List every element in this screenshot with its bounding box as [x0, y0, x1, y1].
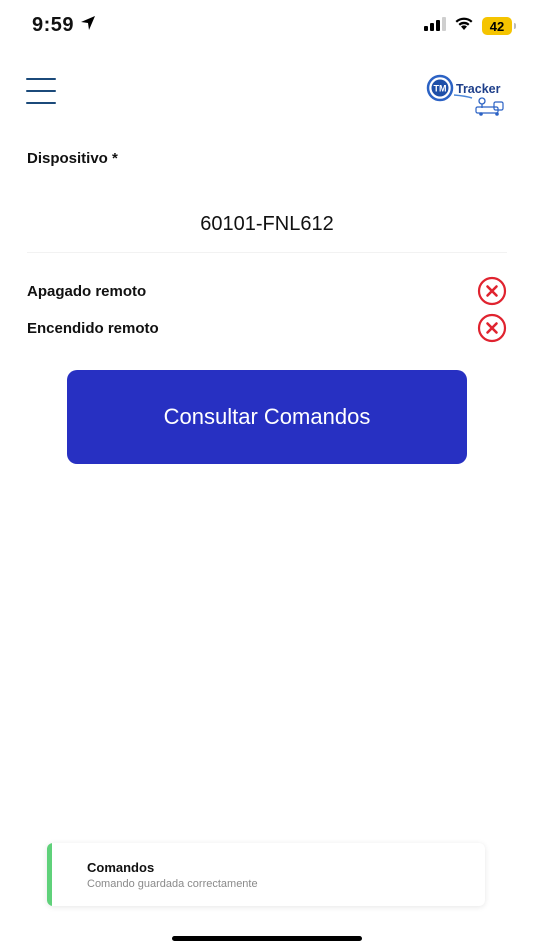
app-header: TM Tracker: [0, 66, 534, 116]
logo-badge-text: TM: [434, 84, 447, 94]
toast-accent-bar: [47, 843, 52, 906]
status-time: 9:59: [32, 14, 96, 37]
toast-notification[interactable]: Comandos Comando guardada correctamente: [47, 843, 485, 906]
consultar-comandos-label: Consultar Comandos: [163, 404, 371, 429]
status-time-text: 9:59: [32, 14, 75, 36]
logo-name-text: Tracker: [456, 82, 501, 96]
signal-icon: [424, 16, 446, 36]
battery-level: 42: [489, 18, 505, 34]
device-value: 60101-FNL612: [200, 212, 334, 235]
device-label: Dispositivo *: [27, 150, 118, 167]
toast-title: Comandos: [87, 860, 155, 875]
error-x-circle-icon[interactable]: [477, 313, 507, 343]
home-indicator[interactable]: [172, 936, 362, 941]
toast-message: Comando guardada correctamente: [87, 878, 258, 890]
error-x-circle-icon[interactable]: [477, 276, 507, 306]
battery-icon: 42: [482, 17, 516, 35]
command-label: Encendido remoto: [27, 319, 159, 337]
consultar-comandos-button[interactable]: Consultar Comandos: [67, 370, 467, 464]
status-indicators: 42: [424, 16, 516, 36]
command-label: Apagado remoto: [27, 282, 147, 300]
app-logo: TM Tracker: [426, 72, 508, 116]
command-row-encendido: Encendido remoto: [27, 313, 507, 343]
hamburger-menu-icon[interactable]: [26, 78, 56, 104]
wifi-icon: [454, 16, 474, 36]
command-row-apagado: Apagado remoto: [27, 276, 507, 306]
device-select-field[interactable]: 60101-FNL612: [27, 196, 507, 253]
location-arrow-icon: [80, 14, 96, 37]
status-bar: 9:59 42: [0, 0, 534, 54]
